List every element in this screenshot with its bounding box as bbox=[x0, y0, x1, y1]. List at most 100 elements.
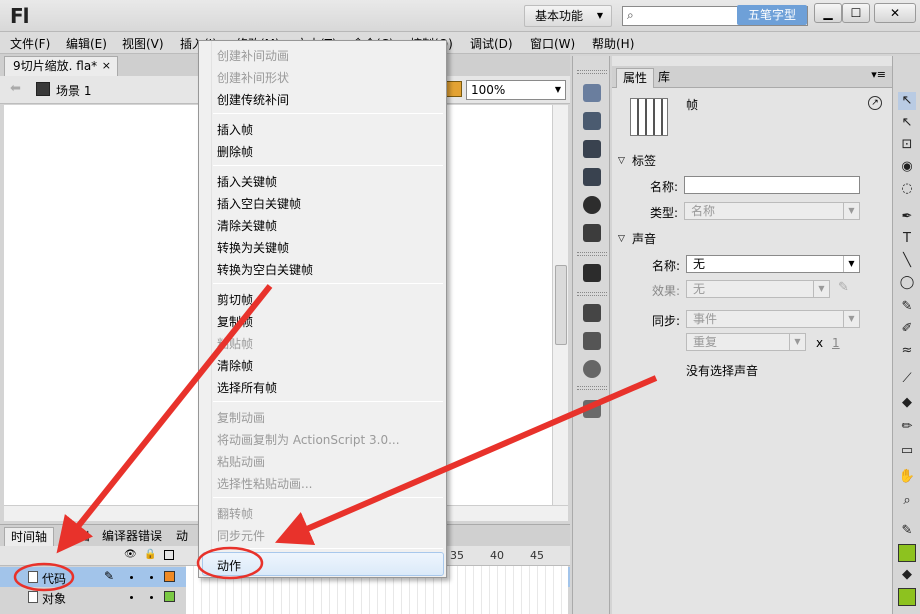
color-palette-icon[interactable] bbox=[583, 84, 601, 102]
pencil-tool-icon[interactable]: ✎ bbox=[898, 298, 916, 316]
menu-item-copy-motion-as-as3: 将动画复制为 ActionScript 3.0... bbox=[217, 433, 400, 447]
fill-color-swatch[interactable] bbox=[898, 588, 916, 606]
properties-tab-bar: 属性 库 ▾≡ bbox=[612, 66, 892, 88]
lock-dot[interactable] bbox=[150, 596, 153, 599]
menu-item-insert-keyframe[interactable]: 插入关键帧 bbox=[217, 173, 277, 190]
layer-color-swatch[interactable] bbox=[164, 571, 175, 582]
hand-tool-icon[interactable]: ✋ bbox=[898, 468, 916, 486]
line-tool-icon[interactable]: ╲ bbox=[898, 252, 916, 270]
stage-vertical-scrollbar[interactable] bbox=[552, 105, 568, 505]
sync-label: 同步: bbox=[652, 314, 681, 328]
swatches-icon[interactable] bbox=[583, 112, 601, 130]
maximize-button[interactable]: ☐ bbox=[842, 3, 870, 23]
menu-debug[interactable]: 调试(D) bbox=[470, 35, 513, 52]
eye-icon[interactable]: 👁 bbox=[124, 550, 137, 560]
panel-grip[interactable] bbox=[577, 252, 607, 256]
close-button[interactable]: ✕ bbox=[874, 3, 916, 23]
layer-icon bbox=[28, 571, 38, 583]
transform-icon[interactable] bbox=[583, 168, 601, 186]
subselection-tool-icon[interactable]: ↖ bbox=[898, 114, 916, 132]
panel-grip[interactable] bbox=[577, 292, 607, 296]
label-section-header[interactable]: ▽ 标签 bbox=[612, 152, 892, 170]
tab-library[interactable]: 库 bbox=[652, 68, 676, 88]
menu-item-insert-blank-keyframe[interactable]: 插入空白关键帧 bbox=[217, 195, 301, 212]
scrollbar-thumb[interactable] bbox=[555, 265, 567, 345]
stroke-color-icon[interactable]: ✎ bbox=[898, 522, 916, 540]
menu-item-insert-frame[interactable]: 插入帧 bbox=[217, 121, 253, 138]
fill-color-icon[interactable]: ◆ bbox=[898, 566, 916, 584]
document-tab[interactable]: 9切片缩放. fla* × bbox=[4, 56, 118, 76]
menu-item-actions[interactable]: 动作 bbox=[217, 557, 241, 574]
menu-window[interactable]: 窗口(W) bbox=[530, 35, 575, 52]
layer-name: 代码 bbox=[42, 572, 67, 586]
layer-color-swatch[interactable] bbox=[164, 591, 175, 602]
menu-view[interactable]: 视图(V) bbox=[122, 35, 164, 52]
movie-explorer-icon[interactable] bbox=[583, 400, 601, 418]
menu-edit[interactable]: 编辑(E) bbox=[66, 35, 107, 52]
zoom-select[interactable]: 100% ▼ bbox=[466, 80, 566, 100]
tab-timeline[interactable]: 时间轴 bbox=[4, 527, 55, 547]
menu-item-create-classic-tween[interactable]: 创建传统补间 bbox=[217, 91, 289, 108]
back-arrow-icon[interactable]: ⬅ bbox=[10, 81, 21, 96]
panel-grip[interactable] bbox=[577, 70, 607, 74]
help-icon[interactable]: ↗ bbox=[868, 96, 882, 110]
workspace-switcher[interactable]: 基本功能 ▼ bbox=[524, 5, 612, 27]
eyedropper-icon[interactable]: ✏ bbox=[898, 418, 916, 436]
menu-help[interactable]: 帮助(H) bbox=[592, 35, 634, 52]
tab-motion[interactable]: 动 bbox=[170, 527, 194, 547]
lock-dot[interactable] bbox=[150, 576, 153, 579]
text-tool-icon[interactable]: T bbox=[898, 230, 916, 248]
outline-icon[interactable] bbox=[164, 550, 174, 560]
panel-grip[interactable] bbox=[577, 386, 607, 390]
lasso-icon[interactable]: ◌ bbox=[898, 180, 916, 198]
menu-file[interactable]: 文件(F) bbox=[10, 35, 50, 52]
visibility-dot[interactable] bbox=[130, 576, 133, 579]
menu-item-clear-frames[interactable]: 清除帧 bbox=[217, 357, 253, 374]
menu-item-convert-to-keyframes[interactable]: 转换为关键帧 bbox=[217, 239, 289, 256]
tab-output[interactable]: 输出 bbox=[60, 527, 96, 547]
info-icon[interactable] bbox=[583, 196, 601, 214]
effect-label: 效果: bbox=[652, 284, 681, 298]
search-icon: ⌕ bbox=[627, 8, 634, 22]
minimize-button[interactable]: ▁ bbox=[814, 3, 842, 23]
menu-item-copy-frames[interactable]: 复制帧 bbox=[217, 313, 253, 330]
3d-rotation-icon[interactable]: ◉ bbox=[898, 158, 916, 176]
chevron-down-icon: ▼ bbox=[596, 11, 603, 20]
stroke-color-swatch[interactable] bbox=[898, 544, 916, 562]
bone-tool-icon[interactable]: ⟋ bbox=[898, 370, 916, 388]
lock-icon[interactable]: 🔒 bbox=[144, 550, 156, 560]
tab-properties[interactable]: 属性 bbox=[616, 68, 655, 88]
motion-presets-icon[interactable] bbox=[583, 360, 601, 378]
actions-icon[interactable] bbox=[583, 304, 601, 322]
deco-tool-icon[interactable]: ≈ bbox=[898, 342, 916, 360]
brush-tool-icon[interactable]: ✐ bbox=[898, 320, 916, 338]
selection-tool-icon[interactable]: ↖ bbox=[898, 92, 916, 110]
symbol-icon[interactable] bbox=[446, 81, 462, 97]
title-bar: Fl 基本功能 ▼ ⌕ 五笔字型 ▁ ☐ ✕ bbox=[0, 0, 920, 32]
align-icon[interactable] bbox=[583, 140, 601, 158]
menu-item-convert-to-blank-keyframes[interactable]: 转换为空白关键帧 bbox=[217, 261, 313, 278]
visibility-dot[interactable] bbox=[130, 596, 133, 599]
pen-tool-icon[interactable]: ✒ bbox=[898, 208, 916, 226]
frame-name-input[interactable] bbox=[684, 176, 860, 194]
panel-menu-icon[interactable]: ▾≡ bbox=[871, 68, 886, 81]
paint-bucket-icon[interactable]: ◆ bbox=[898, 394, 916, 412]
menu-item-clear-keyframe[interactable]: 清除关键帧 bbox=[217, 217, 277, 234]
close-icon[interactable]: × bbox=[102, 57, 111, 75]
library-icon[interactable] bbox=[583, 264, 601, 282]
oval-tool-icon[interactable]: ◯ bbox=[898, 274, 916, 292]
tab-compiler-errors[interactable]: 编译器错误 bbox=[96, 527, 168, 547]
sound-section-header[interactable]: ▽ 声音 bbox=[612, 230, 892, 248]
menu-item-cut-frames[interactable]: 剪切帧 bbox=[217, 291, 253, 308]
free-transform-icon[interactable]: ⊡ bbox=[898, 136, 916, 154]
eraser-icon[interactable]: ▭ bbox=[898, 442, 916, 460]
menu-item-remove-frames[interactable]: 删除帧 bbox=[217, 143, 253, 160]
menu-item-select-all-frames[interactable]: 选择所有帧 bbox=[217, 379, 277, 396]
menu-item-paste-motion-special: 选择性粘贴动画... bbox=[217, 477, 313, 491]
zoom-tool-icon[interactable]: ⌕ bbox=[898, 492, 916, 510]
menu-item-synchronize-symbols: 同步元件 bbox=[217, 529, 266, 543]
history-icon[interactable] bbox=[583, 224, 601, 242]
components-icon[interactable] bbox=[583, 332, 601, 350]
sound-name-select[interactable]: 无 ▼ bbox=[686, 255, 860, 273]
app-logo: Fl bbox=[10, 4, 30, 28]
